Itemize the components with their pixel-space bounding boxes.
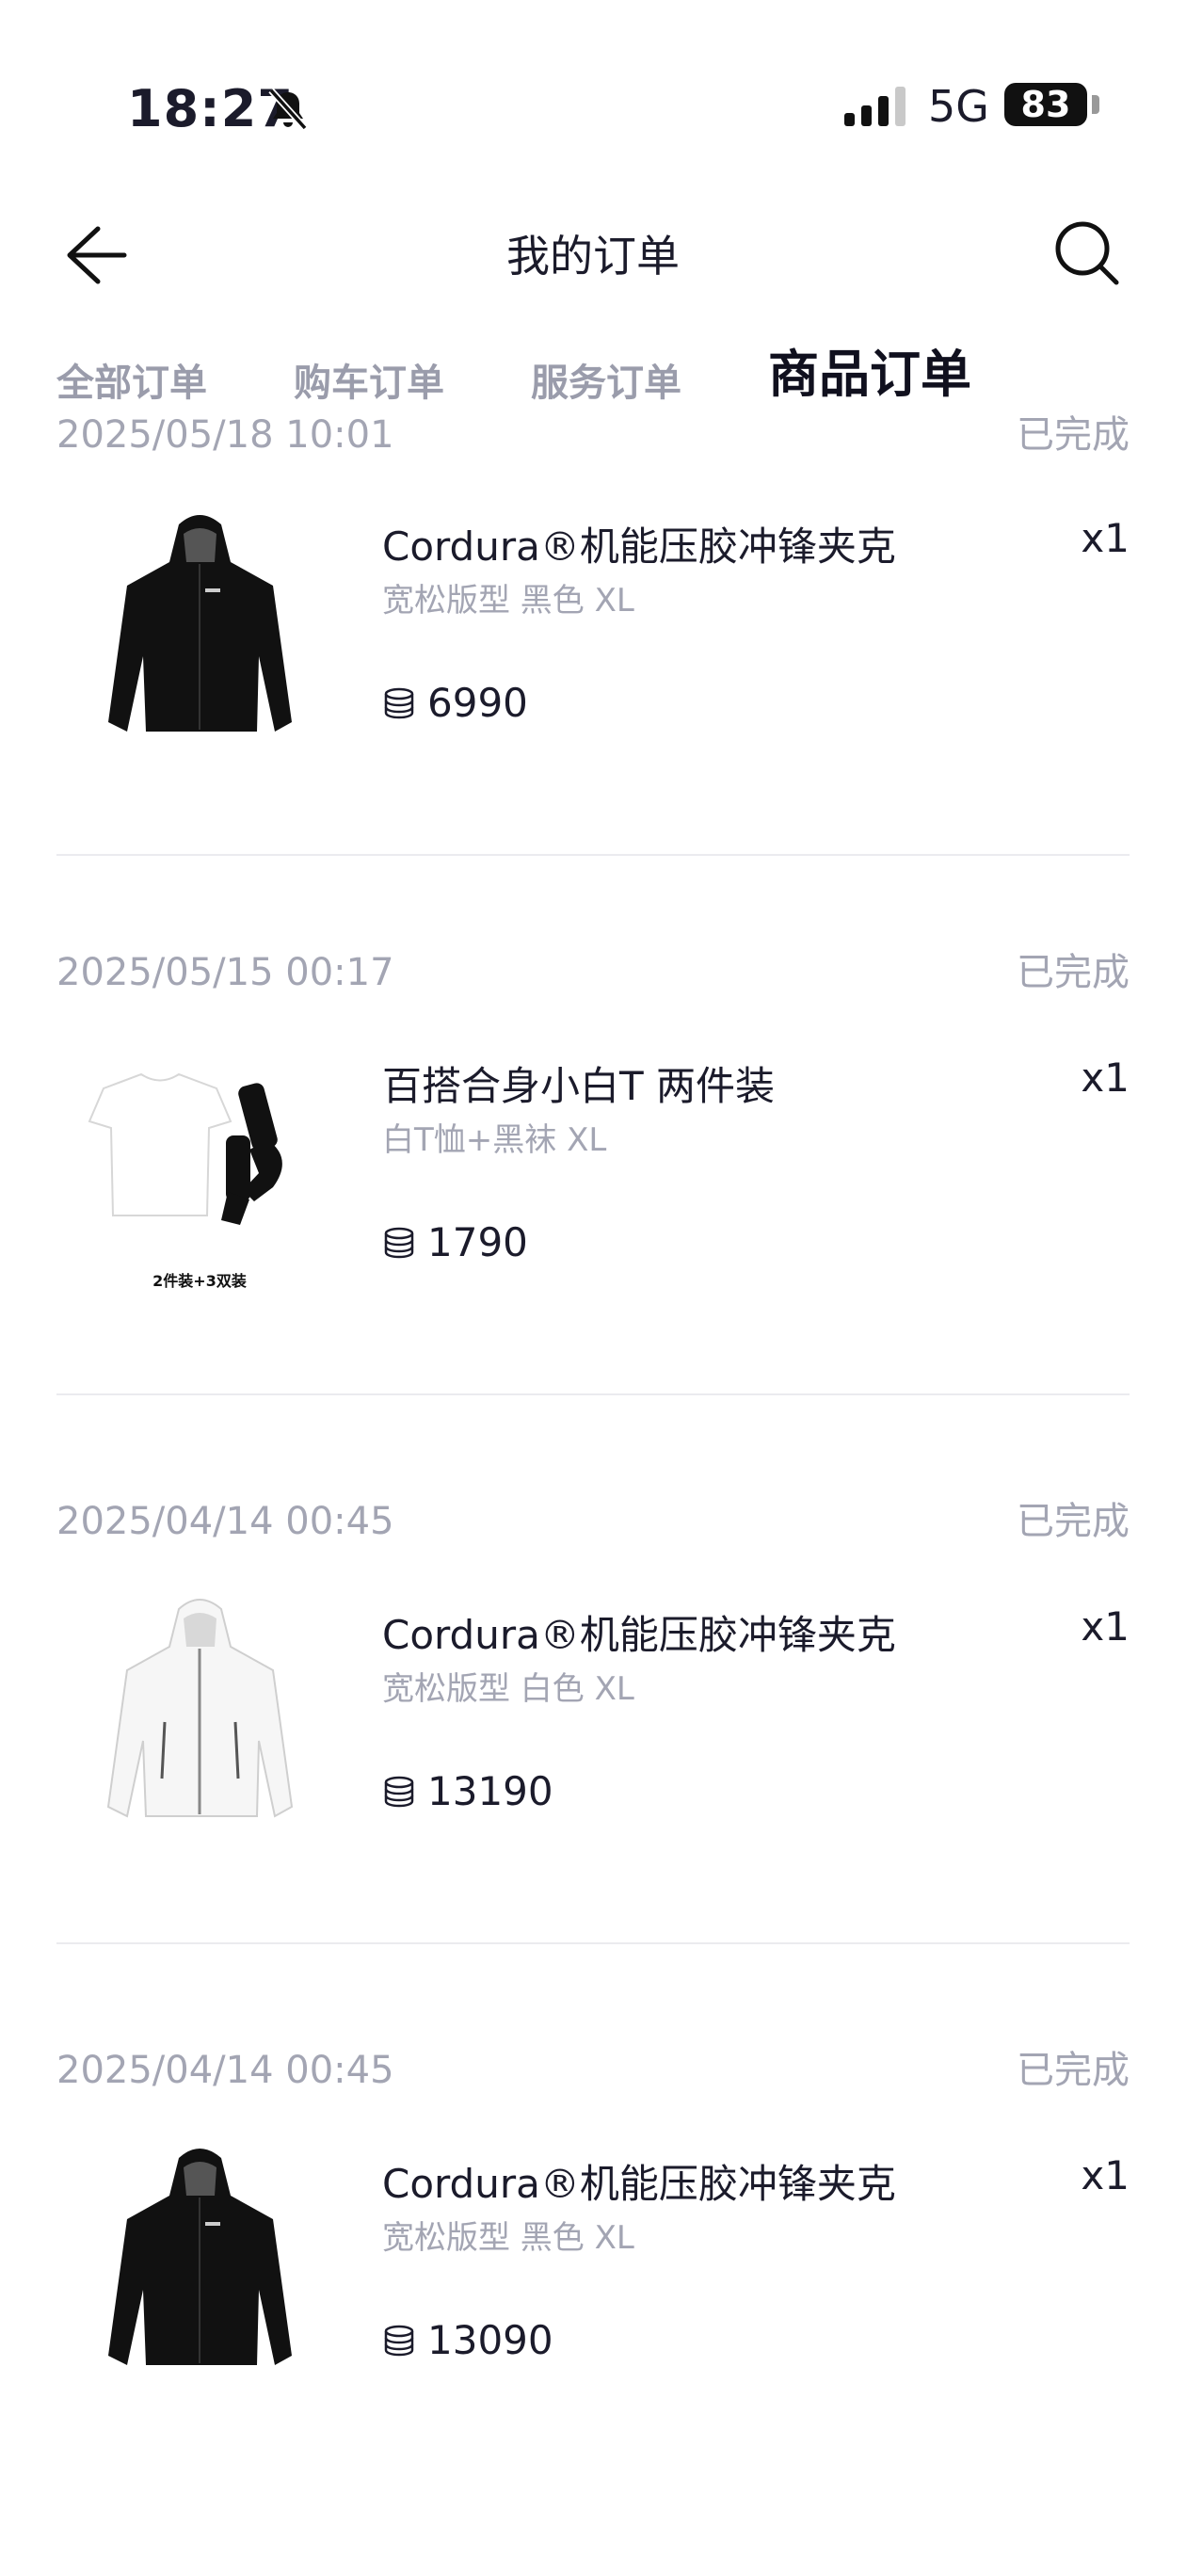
- bell-slash-icon: [268, 88, 308, 131]
- product-name[interactable]: Cordura®机能压胶冲锋夹克: [382, 2152, 896, 2210]
- divider: [56, 1942, 1130, 1944]
- tab-car-orders[interactable]: 购车订单: [294, 352, 444, 407]
- battery-level: 83: [1020, 84, 1071, 125]
- product-spec: 宽松版型 黑色 XL: [382, 582, 634, 620]
- order-tabs: 全部订单 购车订单 服务订单 商品订单: [56, 341, 1058, 407]
- battery-indicator: 83: [1004, 83, 1087, 126]
- product-image-tshirt-socks[interactable]: 2件装+3双装: [56, 1032, 344, 1319]
- price-value: 13090: [427, 2317, 553, 2363]
- search-icon[interactable]: [1050, 217, 1126, 292]
- product-image-black-jacket[interactable]: [56, 2130, 344, 2417]
- product-quantity: x1: [1081, 1055, 1130, 1101]
- product-image-white-jacket[interactable]: [56, 1581, 344, 1868]
- tab-product-orders[interactable]: 商品订单: [768, 332, 971, 407]
- battery-cap: [1092, 95, 1099, 114]
- product-price: 1790: [382, 1219, 528, 1265]
- order-card[interactable]: 2025/04/14 00:45 已完成 Cordura®机能压胶冲锋夹克 x1…: [0, 2049, 1186, 2576]
- divider: [56, 1393, 1130, 1395]
- product-name[interactable]: Cordura®机能压胶冲锋夹克: [382, 515, 896, 572]
- order-list[interactable]: 2025/05/18 10:01 已完成 Cordura®机能压胶冲锋夹克 x1…: [0, 414, 1186, 2576]
- product-quantity: x1: [1081, 1603, 1130, 1650]
- product-quantity: x1: [1081, 2152, 1130, 2198]
- tab-service-orders[interactable]: 服务订单: [531, 352, 681, 407]
- order-status: 已完成: [1017, 2049, 1130, 2092]
- tab-all-orders[interactable]: 全部订单: [56, 352, 207, 407]
- divider: [56, 854, 1130, 856]
- product-quantity: x1: [1081, 515, 1130, 561]
- order-card[interactable]: 2025/04/14 00:45 已完成 Cordura®机能压胶冲锋夹克 x1…: [0, 1500, 1186, 2049]
- order-date: 2025/05/18 10:01: [56, 414, 394, 457]
- order-card[interactable]: 2025/05/18 10:01 已完成 Cordura®机能压胶冲锋夹克 x1…: [0, 414, 1186, 857]
- order-date: 2025/04/14 00:45: [56, 2049, 394, 2092]
- coin-stack-icon: [384, 2325, 414, 2356]
- price-value: 13190: [427, 1768, 553, 1814]
- coin-stack-icon: [384, 1227, 414, 1258]
- order-status: 已完成: [1017, 1500, 1130, 1543]
- product-name[interactable]: Cordura®机能压胶冲锋夹克: [382, 1603, 896, 1661]
- page-title: 我的订单: [506, 231, 680, 282]
- order-date: 2025/04/14 00:45: [56, 1500, 394, 1543]
- price-value: 1790: [427, 1219, 528, 1265]
- cellular-signal-icon: [844, 87, 906, 126]
- product-price: 6990: [382, 680, 528, 726]
- image-caption: 2件装+3双装: [152, 1272, 247, 1290]
- coin-stack-icon: [384, 687, 414, 718]
- order-card[interactable]: 2025/05/15 00:17 已完成 2件装+3双装 百搭合身小白T 两件装…: [0, 951, 1186, 1500]
- coin-stack-icon: [384, 1776, 414, 1807]
- product-price: 13090: [382, 2317, 553, 2363]
- price-value: 6990: [427, 680, 528, 726]
- order-status: 已完成: [1017, 951, 1130, 994]
- product-spec: 白T恤+黑袜 XL: [382, 1121, 607, 1159]
- order-status: 已完成: [1017, 414, 1130, 457]
- product-spec: 宽松版型 黑色 XL: [382, 2219, 634, 2257]
- status-bar: 18:27 5G 83: [0, 0, 1186, 188]
- product-image-black-jacket[interactable]: [56, 496, 344, 783]
- order-date: 2025/05/15 00:17: [56, 951, 394, 994]
- product-spec: 宽松版型 白色 XL: [382, 1670, 634, 1708]
- product-price: 13190: [382, 1768, 553, 1814]
- product-name[interactable]: 百搭合身小白T 两件装: [382, 1055, 775, 1112]
- network-type: 5G: [928, 81, 989, 132]
